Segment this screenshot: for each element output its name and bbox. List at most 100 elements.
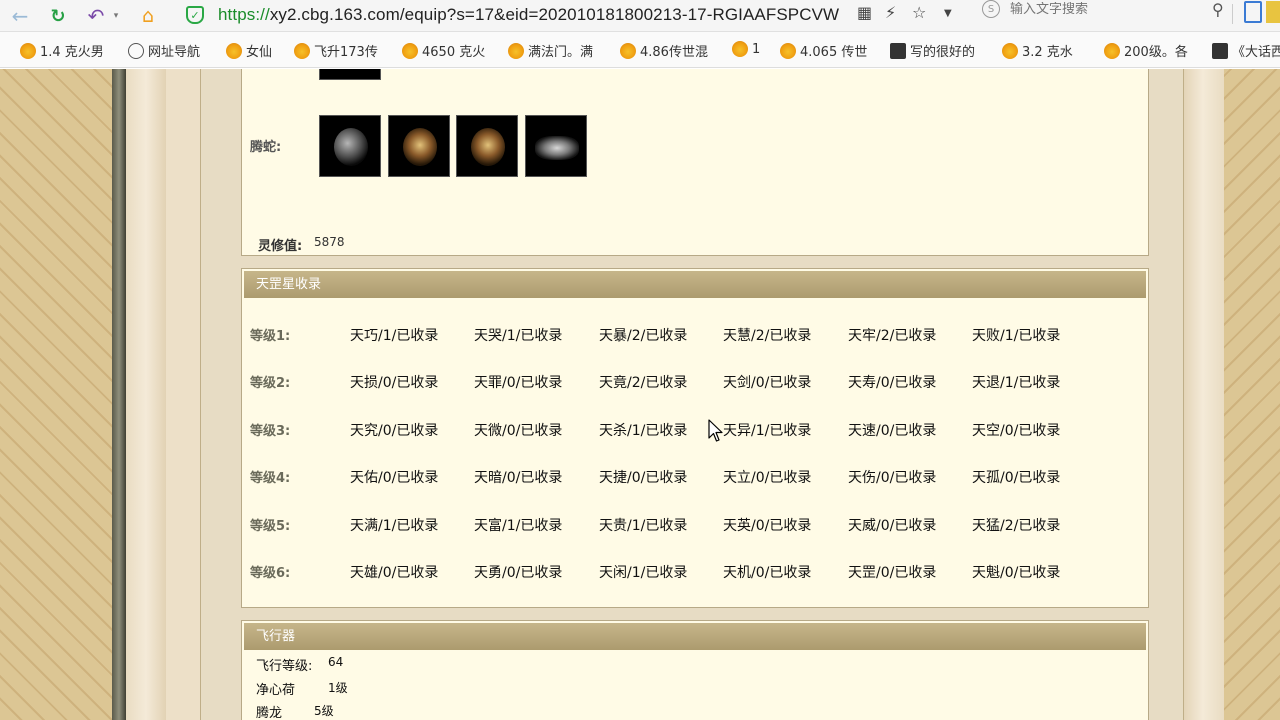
bookmark-item[interactable]: 1 xyxy=(732,41,760,57)
flyer-item-name: 净心荷 xyxy=(256,683,296,698)
back-arrow-icon[interactable]: ← xyxy=(6,4,34,28)
star-cell: 天异/1/已收录 xyxy=(723,422,812,439)
undo-dropdown-icon[interactable]: ▾ xyxy=(110,5,122,27)
bookmark-item[interactable]: 3.2 克水 xyxy=(1002,41,1073,60)
star-cell: 天英/0/已收录 xyxy=(723,517,812,534)
star-cell: 天富/1/已收录 xyxy=(474,517,563,534)
dark-favicon-icon xyxy=(1212,42,1228,59)
star-level-label: 等级1: xyxy=(250,329,291,344)
star-cell: 天微/0/已收录 xyxy=(474,422,563,439)
item-glow xyxy=(334,128,368,166)
star-level-label: 等级2: xyxy=(250,376,291,392)
stars-row: 等级6: 天雄/0/已收录 天勇/0/已收录 天闲/1/已收录 天机/0/已收录 天罡/0… xyxy=(250,562,1130,582)
bookmark-item[interactable]: 飞升173传 xyxy=(294,41,378,60)
stars-row: 等级1: 天巧/1/已收录 天哭/1/已收录 天暴/2/已收录 天慧/2/已收录 天牢/2… xyxy=(250,325,1130,345)
main-content: 腾蛇: 灵修值: 5878 天罡星收录 等级1: 天巧/1/已收录 天哭/1/已收录… xyxy=(200,69,1184,720)
extension-icon-2[interactable] xyxy=(1266,1,1280,23)
star-cell: 天暗/0/已收录 xyxy=(474,470,563,487)
lightning-icon[interactable]: ⚡ xyxy=(885,3,896,22)
seed-item-icon[interactable] xyxy=(388,115,450,177)
star-cell: 天剑/0/已收录 xyxy=(723,375,812,392)
star-cell: 天杀/1/已收录 xyxy=(599,422,688,439)
star-cell: 天牢/2/已收录 xyxy=(848,328,937,344)
seed-item-icon[interactable] xyxy=(456,115,518,177)
stars-row: 等级4: 天佑/0/已收录 天暗/0/已收录 天捷/0/已收录 天立/0/已收录 天伤/0… xyxy=(250,467,1130,487)
globe-icon xyxy=(128,42,144,59)
star-cell: 天孤/0/已收录 xyxy=(972,470,1061,487)
browser-toolbar: ← ↻ ↶ ▾ ⌂ ✓ https://xy2.cbg.163.com/equi… xyxy=(0,0,1280,32)
star-cell: 天伤/0/已收录 xyxy=(848,470,937,487)
game-favicon-icon xyxy=(1104,42,1120,59)
star-cell: 天勇/0/已收录 xyxy=(474,565,563,581)
stars-panel-header: 天罡星收录 xyxy=(244,271,1146,298)
address-bar[interactable]: ✓ https://xy2.cbg.163.com/equip?s=17&eid… xyxy=(180,0,970,30)
star-level-label: 等级4: xyxy=(250,471,291,487)
page-viewport[interactable]: 腾蛇: 灵修值: 5878 天罡星收录 等级1: 天巧/1/已收录 天哭/1/已收录… xyxy=(0,69,1280,720)
home-icon[interactable]: ⌂ xyxy=(134,5,162,27)
bookmarks-bar: 1.4 克火男 网址导航 女仙 飞升173传 4650 克火 满法门。满 4.8… xyxy=(0,32,1280,68)
star-cell: 天暴/2/已收录 xyxy=(599,328,688,344)
game-favicon-icon xyxy=(508,42,524,59)
undo-icon[interactable]: ↶ xyxy=(82,4,110,28)
star-cell: 天损/0/已收录 xyxy=(350,375,439,392)
reload-icon[interactable]: ↻ xyxy=(44,5,72,27)
bookmark-item[interactable]: 写的很好的 xyxy=(890,41,975,60)
star-cell: 天退/1/已收录 xyxy=(972,375,1061,392)
game-favicon-icon xyxy=(1002,42,1018,59)
lingxiu-value: 5878 xyxy=(314,235,345,249)
equipment-panel: 腾蛇: 灵修值: 5878 xyxy=(241,69,1149,256)
flyer-item-level: 5级 xyxy=(314,704,334,718)
star-cell: 天捷/0/已收录 xyxy=(599,470,688,487)
bookmark-item[interactable]: 200级。各 xyxy=(1104,41,1188,60)
chevron-down-icon[interactable]: ▼ xyxy=(944,8,952,19)
bookmark-item[interactable]: 满法门。满 xyxy=(508,41,593,60)
extension-icon[interactable] xyxy=(1244,1,1262,23)
equipment-item-icon[interactable] xyxy=(319,69,381,80)
game-favicon-icon xyxy=(732,41,748,57)
star-cell: 天空/0/已收录 xyxy=(972,422,1061,439)
search-icon[interactable]: ⚲ xyxy=(1212,0,1224,19)
bracelet-item-icon[interactable] xyxy=(525,115,587,177)
star-cell: 天威/0/已收录 xyxy=(848,517,937,534)
left-scroll-edge xyxy=(126,69,166,720)
bookmark-item[interactable]: 4.86传世混 xyxy=(620,41,708,60)
star-cell: 天巧/1/已收录 xyxy=(350,328,439,344)
star-cell: 天罡/0/已收录 xyxy=(848,565,937,581)
star-cell: 天魁/0/已收录 xyxy=(972,565,1061,581)
bookmark-item[interactable]: 1.4 克火男 xyxy=(20,41,104,60)
star-level-label: 等级5: xyxy=(250,518,291,534)
game-favicon-icon xyxy=(780,42,796,59)
game-favicon-icon xyxy=(20,42,36,59)
star-cell: 天罪/0/已收录 xyxy=(474,375,563,392)
star-cell: 天雄/0/已收录 xyxy=(350,565,439,581)
url-text[interactable]: https://xy2.cbg.163.com/equip?s=17&eid=2… xyxy=(218,5,839,25)
star-cell: 天竟/2/已收录 xyxy=(599,375,688,392)
search-engine-logo-icon: S xyxy=(982,0,1000,18)
flyer-level-value: 64 xyxy=(328,655,344,669)
item-glow xyxy=(471,128,505,166)
star-cell: 天寿/0/已收录 xyxy=(848,375,937,392)
bookmark-item[interactable]: 网址导航 xyxy=(128,41,200,60)
game-favicon-icon xyxy=(226,42,242,59)
bookmark-item[interactable]: 4650 克火 xyxy=(402,41,485,60)
bookmark-item[interactable]: 女仙 xyxy=(226,41,272,60)
flyer-panel-header: 飞行器 xyxy=(244,623,1146,650)
star-cell: 天败/1/已收录 xyxy=(972,328,1061,344)
qr-code-icon[interactable]: ▦ xyxy=(857,3,872,22)
left-pillar-decoration xyxy=(112,69,126,720)
game-favicon-icon xyxy=(402,42,418,59)
lingxiu-label: 灵修值: xyxy=(258,239,303,254)
bookmark-item[interactable]: 4.065 传世 xyxy=(780,41,867,60)
bookmark-item[interactable]: 《大话西 xyxy=(1212,41,1280,60)
game-favicon-icon xyxy=(294,42,310,59)
star-bookmark-icon[interactable]: ☆ xyxy=(912,3,926,22)
search-input[interactable] xyxy=(1010,1,1180,17)
star-cell: 天究/0/已收录 xyxy=(350,422,439,439)
star-cell: 天贵/1/已收录 xyxy=(599,517,688,534)
star-cell: 天机/0/已收录 xyxy=(723,565,812,581)
star-level-label: 等级6: xyxy=(250,566,291,581)
right-scroll-edge xyxy=(1182,69,1224,720)
search-box[interactable]: S xyxy=(976,0,1198,18)
security-shield-icon: ✓ xyxy=(186,6,204,24)
ring-item-icon[interactable] xyxy=(319,115,381,177)
